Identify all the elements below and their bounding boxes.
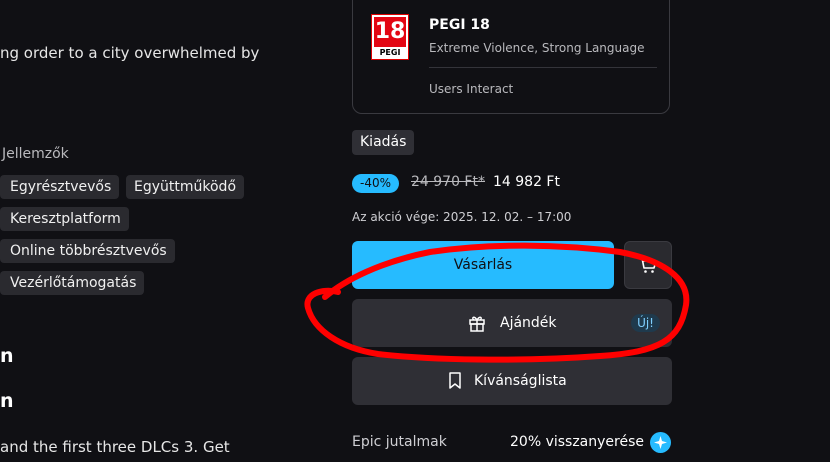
tag-controller-support[interactable]: Vezérlőtámogatás bbox=[0, 271, 145, 295]
section-heading-a: n bbox=[0, 345, 14, 367]
buy-button[interactable]: Vásárlás bbox=[352, 241, 614, 289]
sale-price: 14 982 Ft bbox=[493, 174, 560, 190]
original-price: 24 970 Ft* bbox=[411, 174, 485, 190]
edition-description-snippet: and the first three DLCs 3. Get bbox=[0, 438, 230, 456]
wishlist-button[interactable]: Kívánságlista bbox=[352, 357, 672, 405]
epic-rewards-value: 20% visszanyerése bbox=[510, 434, 644, 450]
wishlist-button-label: Kívánságlista bbox=[474, 373, 567, 389]
section-heading-b: n bbox=[0, 390, 14, 412]
new-badge: Új! bbox=[631, 314, 660, 332]
rating-title: PEGI 18 bbox=[429, 17, 490, 33]
game-description-snippet: ng order to a city overwhelmed by bbox=[0, 44, 260, 62]
pegi-18-icon: 18 PEGI bbox=[371, 14, 409, 60]
bookmark-icon bbox=[449, 372, 461, 389]
tag-singleplayer[interactable]: Egyrésztvevős bbox=[0, 175, 120, 199]
tag-online-multiplayer[interactable]: Online többrésztvevős bbox=[0, 239, 175, 263]
pegi-badge-number: 18 bbox=[374, 17, 406, 47]
pegi-badge-word: PEGI bbox=[379, 48, 401, 57]
features-heading: Jellemzők bbox=[2, 146, 69, 162]
rating-divider bbox=[429, 67, 657, 68]
gift-button[interactable]: Ajándék Új! bbox=[352, 299, 672, 347]
cart-icon bbox=[639, 257, 657, 273]
sale-end-text: Az akció vége: 2025. 12. 02. – 17:00 bbox=[352, 210, 572, 224]
add-to-cart-button[interactable] bbox=[624, 241, 672, 289]
release-badge: Kiadás bbox=[352, 130, 415, 155]
epic-rewards-label: Epic jutalmak bbox=[352, 434, 447, 450]
gift-button-label: Ajándék bbox=[500, 315, 557, 331]
rewards-info-icon[interactable] bbox=[650, 432, 671, 453]
age-rating-card: 18 PEGI PEGI 18 Extreme Violence, Strong… bbox=[352, 0, 670, 114]
rating-interactive-elements: Users Interact bbox=[429, 82, 514, 96]
rating-descriptors: Extreme Violence, Strong Language bbox=[429, 41, 645, 55]
gift-icon bbox=[469, 316, 485, 332]
tag-crossplatform[interactable]: Keresztplatform bbox=[0, 207, 129, 231]
tag-coop[interactable]: Együttműködő bbox=[126, 175, 245, 199]
discount-badge: -40% bbox=[352, 174, 399, 193]
